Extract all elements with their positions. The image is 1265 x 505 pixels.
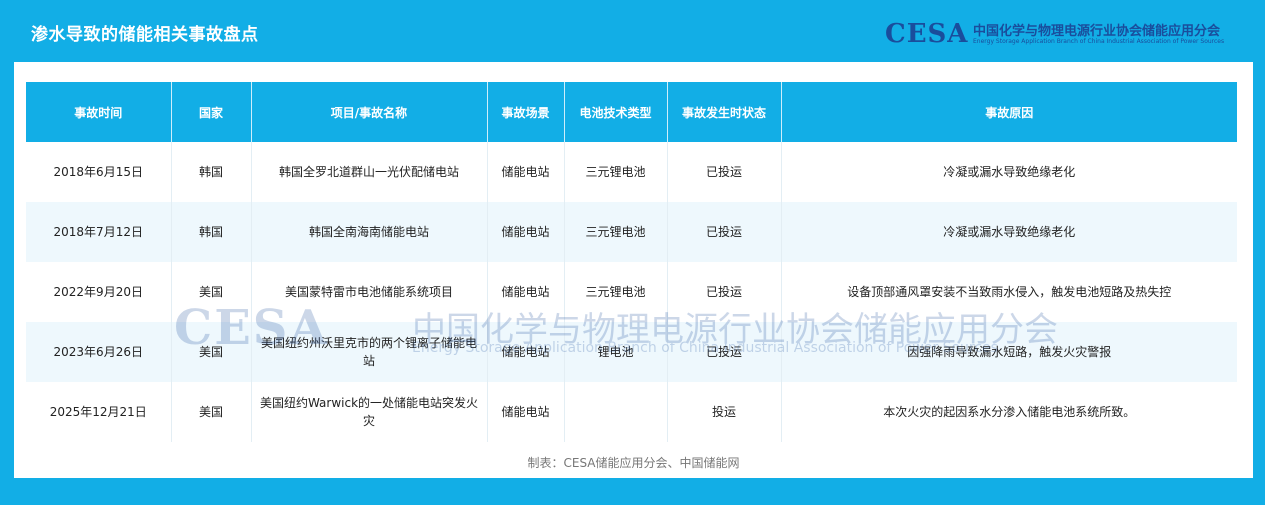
table-cell: 储能电站	[487, 322, 565, 382]
table-row: 2018年7月12日 韩国 韩国全南海南储能电站 储能电站 三元锂电池 已投运 …	[26, 202, 1237, 262]
column-header: 事故时间	[26, 82, 172, 142]
header: 渗水导致的储能相关事故盘点 CESA 中国化学与物理电源行业协会储能应用分会 E…	[0, 0, 1265, 62]
table-cell: 美国纽约州沃里克市的两个锂离子储能电站	[251, 322, 488, 382]
logo-english-name: Energy Storage Application Branch of Chi…	[973, 38, 1225, 45]
table-cell: 储能电站	[487, 142, 565, 202]
column-header: 项目/事故名称	[251, 82, 488, 142]
column-header: 事故原因	[781, 82, 1237, 142]
table-header-row: 事故时间 国家 项目/事故名称 事故场景 电池技术类型 事故发生时状态 事故原因	[26, 82, 1237, 142]
table-cell: 已投运	[667, 202, 782, 262]
table-cell: 三元锂电池	[564, 262, 668, 322]
table-cell: 韩国	[171, 142, 252, 202]
table-cell: 三元锂电池	[564, 142, 668, 202]
table-cell: 本次火灾的起因系水分渗入储能电池系统所致。	[781, 382, 1237, 442]
table-cell: 储能电站	[487, 202, 565, 262]
table-cell: 因强降雨导致漏水短路，触发火灾警报	[781, 322, 1237, 382]
table-cell: 冷凝或漏水导致绝缘老化	[781, 142, 1237, 202]
cesa-logo: CESA 中国化学与物理电源行业协会储能应用分会 Energy Storage …	[885, 18, 1255, 52]
table-cell: 2018年6月15日	[26, 142, 172, 202]
table-cell: 美国	[171, 382, 252, 442]
table-row: 2023年6月26日 美国 美国纽约州沃里克市的两个锂离子储能电站 储能电站 锂…	[26, 322, 1237, 382]
column-header: 事故场景	[487, 82, 565, 142]
table-cell: 锂电池	[564, 322, 668, 382]
table-cell: 2022年9月20日	[26, 262, 172, 322]
table-cell: 韩国全罗北道群山一光伏配储电站	[251, 142, 488, 202]
table-cell: 储能电站	[487, 262, 565, 322]
table-cell: 已投运	[667, 142, 782, 202]
table-cell: 已投运	[667, 262, 782, 322]
table-cell: 韩国全南海南储能电站	[251, 202, 488, 262]
page-title: 渗水导致的储能相关事故盘点	[31, 25, 259, 45]
column-header: 事故发生时状态	[667, 82, 782, 142]
table-cell	[564, 382, 668, 442]
content-panel: 事故时间 国家 项目/事故名称 事故场景 电池技术类型 事故发生时状态 事故原因…	[14, 62, 1253, 478]
table-row: 2025年12月21日 美国 美国纽约Warwick的一处储能电站突发火灾 储能…	[26, 382, 1237, 442]
table-cell: 美国	[171, 322, 252, 382]
table-cell: 美国蒙特雷市电池储能系统项目	[251, 262, 488, 322]
table-cell: 储能电站	[487, 382, 565, 442]
column-header: 国家	[171, 82, 252, 142]
logo-mark: CESA	[885, 19, 969, 49]
table-cell: 2023年6月26日	[26, 322, 172, 382]
table-cell: 三元锂电池	[564, 202, 668, 262]
table-source-note: 制表：CESA储能应用分会、中国储能网	[527, 456, 740, 470]
column-header: 电池技术类型	[564, 82, 668, 142]
table-row: 2022年9月20日 美国 美国蒙特雷市电池储能系统项目 储能电站 三元锂电池 …	[26, 262, 1237, 322]
table-cell: 已投运	[667, 322, 782, 382]
table-cell: 投运	[667, 382, 782, 442]
table-cell: 韩国	[171, 202, 252, 262]
table-cell: 冷凝或漏水导致绝缘老化	[781, 202, 1237, 262]
table-cell: 2025年12月21日	[26, 382, 172, 442]
table-row: 2018年6月15日 韩国 韩国全罗北道群山一光伏配储电站 储能电站 三元锂电池…	[26, 142, 1237, 202]
table-cell: 2018年7月12日	[26, 202, 172, 262]
incident-table: 事故时间 国家 项目/事故名称 事故场景 电池技术类型 事故发生时状态 事故原因…	[26, 82, 1237, 442]
logo-chinese-name: 中国化学与物理电源行业协会储能应用分会	[973, 24, 1221, 39]
table-cell: 设备顶部通风罩安装不当致雨水侵入，触发电池短路及热失控	[781, 262, 1237, 322]
table-cell: 美国纽约Warwick的一处储能电站突发火灾	[251, 382, 488, 442]
table-cell: 美国	[171, 262, 252, 322]
